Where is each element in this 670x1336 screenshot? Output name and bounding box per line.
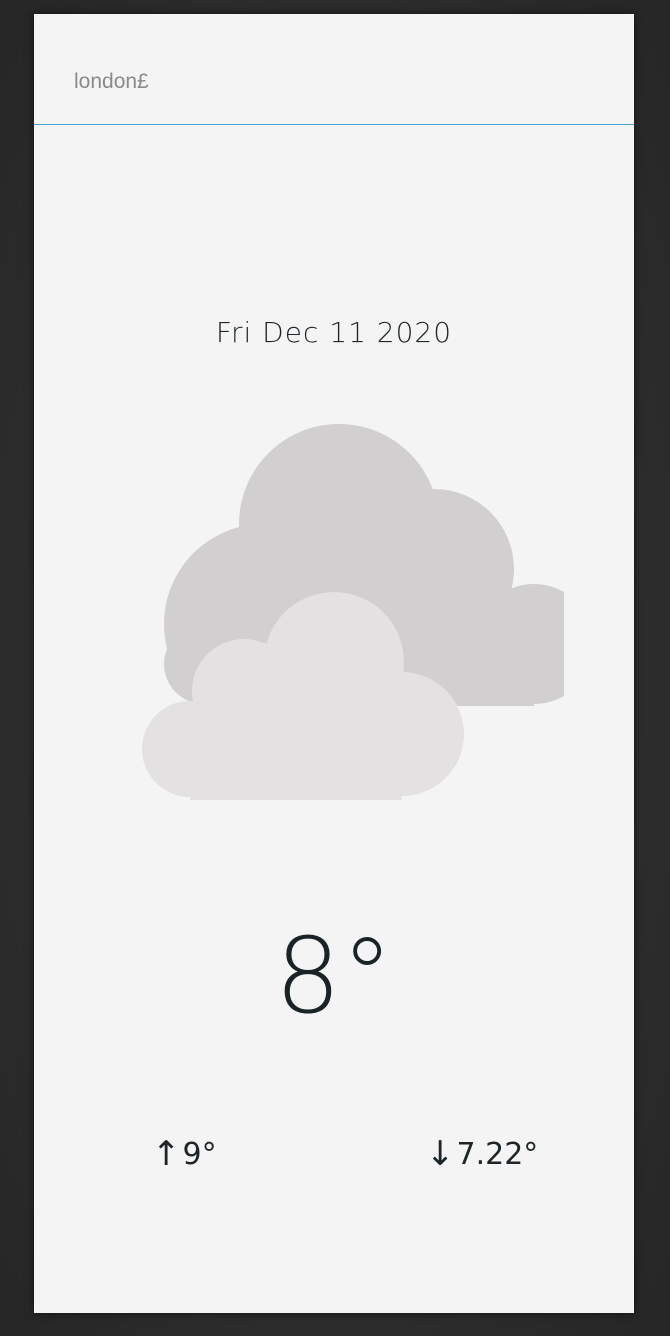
arrow-up-icon: ↑ (152, 1134, 181, 1174)
min-temperature-value: 7.22° (456, 1136, 539, 1172)
city-search-input[interactable] (74, 66, 594, 98)
date-label: Fri Dec 11 2020 (215, 316, 453, 349)
max-temperature: ↑ 9° (152, 1134, 217, 1174)
search-bar (34, 14, 634, 125)
min-temperature: ↓ 7.22° (426, 1134, 538, 1174)
cloudy-icon (142, 424, 564, 800)
current-temperature: 8° (274, 915, 394, 1037)
app-screen: Fri Dec 11 2020 8° ↑ 9° ↓ 7.22° (34, 14, 634, 1313)
max-temperature-value: 9° (182, 1136, 217, 1172)
arrow-down-icon: ↓ (426, 1134, 455, 1174)
